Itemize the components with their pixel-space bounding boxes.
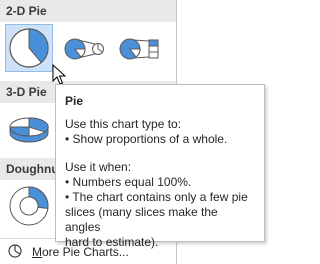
3d-pie-icon (9, 117, 49, 143)
pie-chart-button[interactable] (5, 24, 53, 72)
doughnut-button[interactable] (5, 182, 53, 230)
pie-outline-icon (8, 244, 22, 258)
section-header-2d-pie: 2-D Pie (0, 0, 176, 22)
pie-of-pie-button[interactable] (60, 24, 108, 72)
bar-of-pie-icon (119, 38, 159, 60)
tooltip-title: Pie (65, 94, 84, 108)
bar-of-pie-button[interactable] (115, 24, 163, 72)
doughnut-icon (9, 186, 49, 226)
tooltip-line: slices (many slices make the angles (65, 205, 218, 234)
3d-pie-button[interactable] (5, 104, 53, 152)
tooltip-line: • Show proportions of a whole. (65, 132, 228, 146)
tooltip-line: • Numbers equal 100%. (65, 175, 192, 189)
tooltip-line: Use it when: (65, 160, 132, 174)
tooltip-line: Use this chart type to: (65, 117, 182, 131)
mouse-cursor-icon (52, 64, 66, 85)
pie-icon (9, 28, 49, 68)
pie-of-pie-icon (64, 38, 104, 60)
tooltip-line: • The chart contains only a few pie (65, 190, 248, 204)
tooltip-line: hard to estimate). (65, 235, 159, 249)
chart-type-tooltip: Pie Use this chart type to: • Show propo… (55, 84, 265, 249)
